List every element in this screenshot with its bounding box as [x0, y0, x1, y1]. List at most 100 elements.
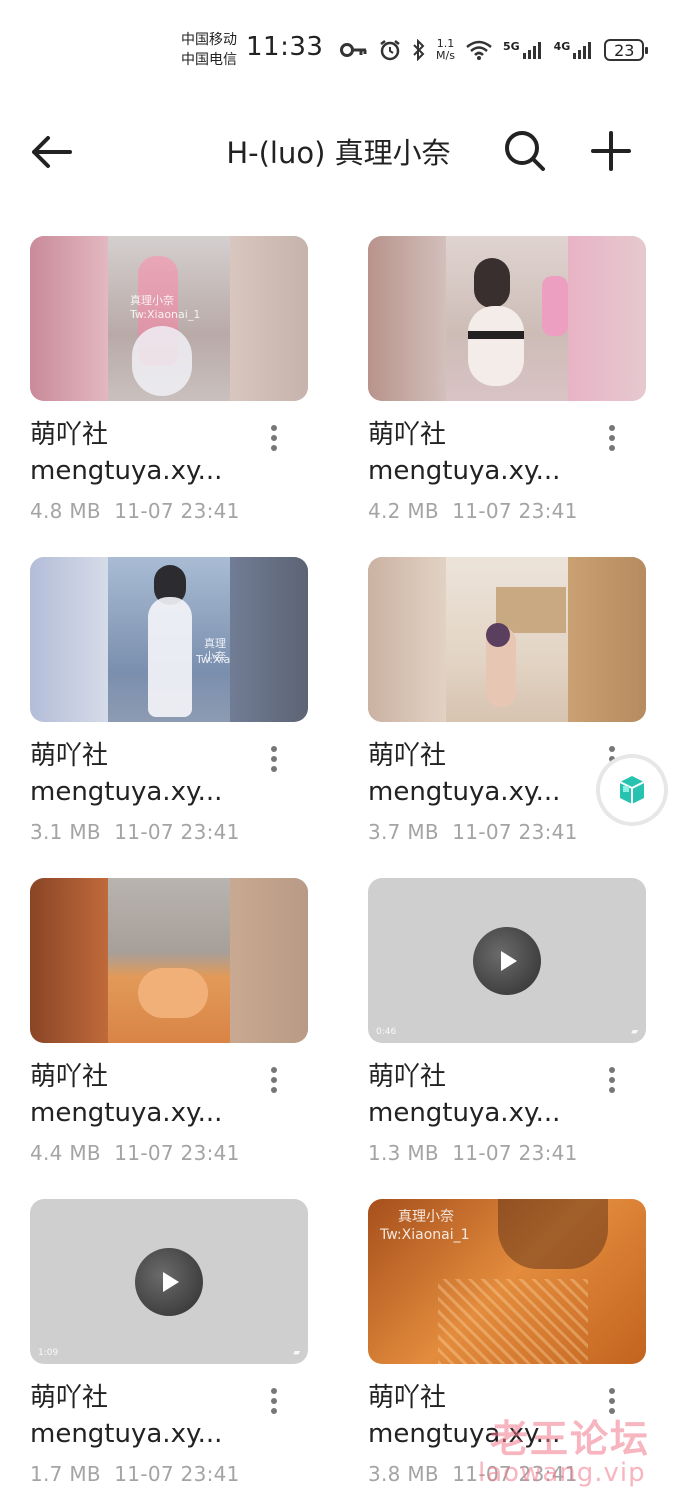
file-card[interactable]: 萌吖社 mengtuya.xy... 4.2 MB 11-07 23:41	[368, 236, 646, 536]
add-button[interactable]	[588, 128, 634, 174]
more-options-button[interactable]	[262, 1385, 286, 1421]
thumb-shadow	[498, 1199, 608, 1269]
watermark-text: 老王论坛	[490, 1417, 651, 1461]
file-name-line-2: mengtuya.xy...	[30, 777, 223, 807]
file-meta: 1.7 MB 11-07 23:41	[30, 1462, 240, 1486]
video-format-icon: ▰	[631, 1027, 638, 1037]
file-card[interactable]: 1:09 ▰ 萌吖社 mengtuya.xy... 1.7 MB 11-07 2…	[30, 1199, 308, 1499]
file-size: 4.4 MB	[30, 1141, 101, 1165]
net-speed-unit: M/s	[436, 49, 455, 62]
thumbnail[interactable]: 真理小奈 Tw:Xiaonai_1	[30, 236, 308, 401]
thumb-image	[446, 557, 568, 722]
thumb-blur-right	[230, 878, 308, 1043]
floating-widget-button[interactable]	[600, 758, 664, 822]
file-date: 11-07 23:41	[452, 499, 578, 523]
file-date: 11-07 23:41	[114, 1141, 240, 1165]
thumbnail[interactable]: 真理小奈 Tw:Xiaonai_1	[368, 1199, 646, 1364]
file-size: 4.2 MB	[368, 499, 439, 523]
status-time: 11:33	[246, 32, 324, 62]
bluetooth-icon	[412, 39, 426, 61]
file-date: 11-07 23:41	[452, 1141, 578, 1165]
file-name-line-2: mengtuya.xy...	[368, 456, 561, 486]
file-card[interactable]: 真理小奈 Tw:Xiaonai_1 萌吖社 mengtuya.xy... 4.8…	[30, 236, 308, 536]
thumb-blur-right	[568, 557, 646, 722]
file-name-line-2: mengtuya.xy...	[368, 777, 561, 807]
video-duration: 0:46	[376, 1027, 397, 1037]
video-thumbnail[interactable]: 0:46 ▰	[368, 878, 646, 1043]
file-name-line-2: mengtuya.xy...	[30, 1098, 223, 1128]
file-size: 4.8 MB	[30, 499, 101, 523]
video-thumbnail[interactable]: 1:09 ▰	[30, 1199, 308, 1364]
file-meta: 3.7 MB 11-07 23:41	[368, 820, 578, 844]
signal-4g: 4G	[554, 40, 595, 60]
file-date: 11-07 23:41	[114, 499, 240, 523]
thumbnail[interactable]	[368, 557, 646, 722]
file-meta: 4.4 MB 11-07 23:41	[30, 1141, 240, 1165]
thumb-blur-left	[30, 236, 108, 401]
more-vertical-icon	[262, 425, 286, 451]
file-size: 3.1 MB	[30, 820, 101, 844]
file-name-line-1: 萌吖社	[30, 741, 109, 771]
app-header: H-(luo) 真理小奈	[0, 118, 675, 184]
file-name-line-2: mengtuya.xy...	[30, 1419, 223, 1449]
file-meta: 4.8 MB 11-07 23:41	[30, 499, 240, 523]
file-name: 萌吖社 mengtuya.xy...	[368, 417, 588, 489]
file-name: 萌吖社 mengtuya.xy...	[368, 738, 588, 810]
overlay-line-2: Tw:Xiaonai_1	[380, 1227, 470, 1243]
more-vertical-icon	[262, 1388, 286, 1414]
signal-5g-label: 5G	[502, 40, 520, 53]
wifi-icon	[465, 39, 493, 61]
file-size: 3.8 MB	[368, 1462, 439, 1486]
file-card[interactable]: 真理小奈 Tw:Xiaonai_1 萌吖社 mengtuya.xy... 3.1…	[30, 557, 308, 857]
file-card[interactable]: 萌吖社 mengtuya.xy... 4.4 MB 11-07 23:41	[30, 878, 308, 1178]
more-options-button[interactable]	[600, 422, 624, 458]
thumbnail[interactable]: 真理小奈 Tw:Xiaonai_1	[30, 557, 308, 722]
file-name: 萌吖社 mengtuya.xy...	[30, 1059, 250, 1131]
more-options-button[interactable]	[262, 422, 286, 458]
file-card[interactable]: 萌吖社 mengtuya.xy... 3.7 MB 11-07 23:41	[368, 557, 646, 857]
file-card[interactable]: 0:46 ▰ 萌吖社 mengtuya.xy... 1.3 MB 11-07 2…	[368, 878, 646, 1178]
file-name-line-2: mengtuya.xy...	[368, 1098, 561, 1128]
file-name-line-1: 萌吖社	[368, 1383, 447, 1413]
file-name-line-1: 萌吖社	[30, 1383, 109, 1413]
file-name-line-2: mengtuya.xy...	[30, 456, 223, 486]
file-name-line-1: 萌吖社	[30, 420, 109, 450]
file-name-line-1: 萌吖社	[30, 1062, 109, 1092]
thumb-blur-left	[30, 557, 108, 722]
play-icon[interactable]	[473, 926, 541, 995]
battery-indicator: 23	[604, 39, 649, 61]
more-vertical-icon	[600, 1067, 624, 1093]
overlay-line-1: 真理小奈	[398, 1209, 454, 1225]
more-options-button[interactable]	[262, 1064, 286, 1100]
thumb-blur-left	[368, 236, 446, 401]
status-icons: 1.1 M/s 5G 4G 23	[340, 34, 649, 66]
status-bar: 中国移动 中国电信 11:33 1.1 M/s 5G 4G 23	[0, 0, 675, 100]
file-name: 萌吖社 mengtuya.xy...	[30, 417, 250, 489]
file-name: 萌吖社 mengtuya.xy...	[30, 738, 250, 810]
play-icon[interactable]	[135, 1247, 203, 1316]
thumbnail[interactable]	[368, 236, 646, 401]
thumbnail[interactable]	[30, 878, 308, 1043]
signal-bars-icon	[573, 42, 592, 59]
signal-5g: 5G	[503, 40, 544, 60]
search-icon	[505, 131, 545, 171]
file-meta: 3.1 MB 11-07 23:41	[30, 820, 240, 844]
file-name-line-1: 萌吖社	[368, 1062, 447, 1092]
carrier-1: 中国移动	[181, 32, 237, 48]
file-name-line-1: 萌吖社	[368, 420, 447, 450]
plus-icon	[591, 131, 631, 171]
file-meta: 1.3 MB 11-07 23:41	[368, 1141, 578, 1165]
search-button[interactable]	[502, 128, 548, 174]
thumb-blur-right	[568, 236, 646, 401]
thumb-texture	[438, 1279, 588, 1364]
watermark-url: laowang.vip	[478, 1458, 646, 1488]
cube-icon	[619, 776, 645, 804]
key-icon	[340, 41, 368, 59]
file-date: 11-07 23:41	[452, 820, 578, 844]
more-options-button[interactable]	[600, 1064, 624, 1100]
file-name-line-1: 萌吖社	[368, 741, 447, 771]
carrier-info: 中国移动 中国电信	[181, 30, 237, 70]
more-vertical-icon	[600, 425, 624, 451]
signal-4g-label: 4G	[553, 40, 571, 53]
more-options-button[interactable]	[262, 743, 286, 779]
